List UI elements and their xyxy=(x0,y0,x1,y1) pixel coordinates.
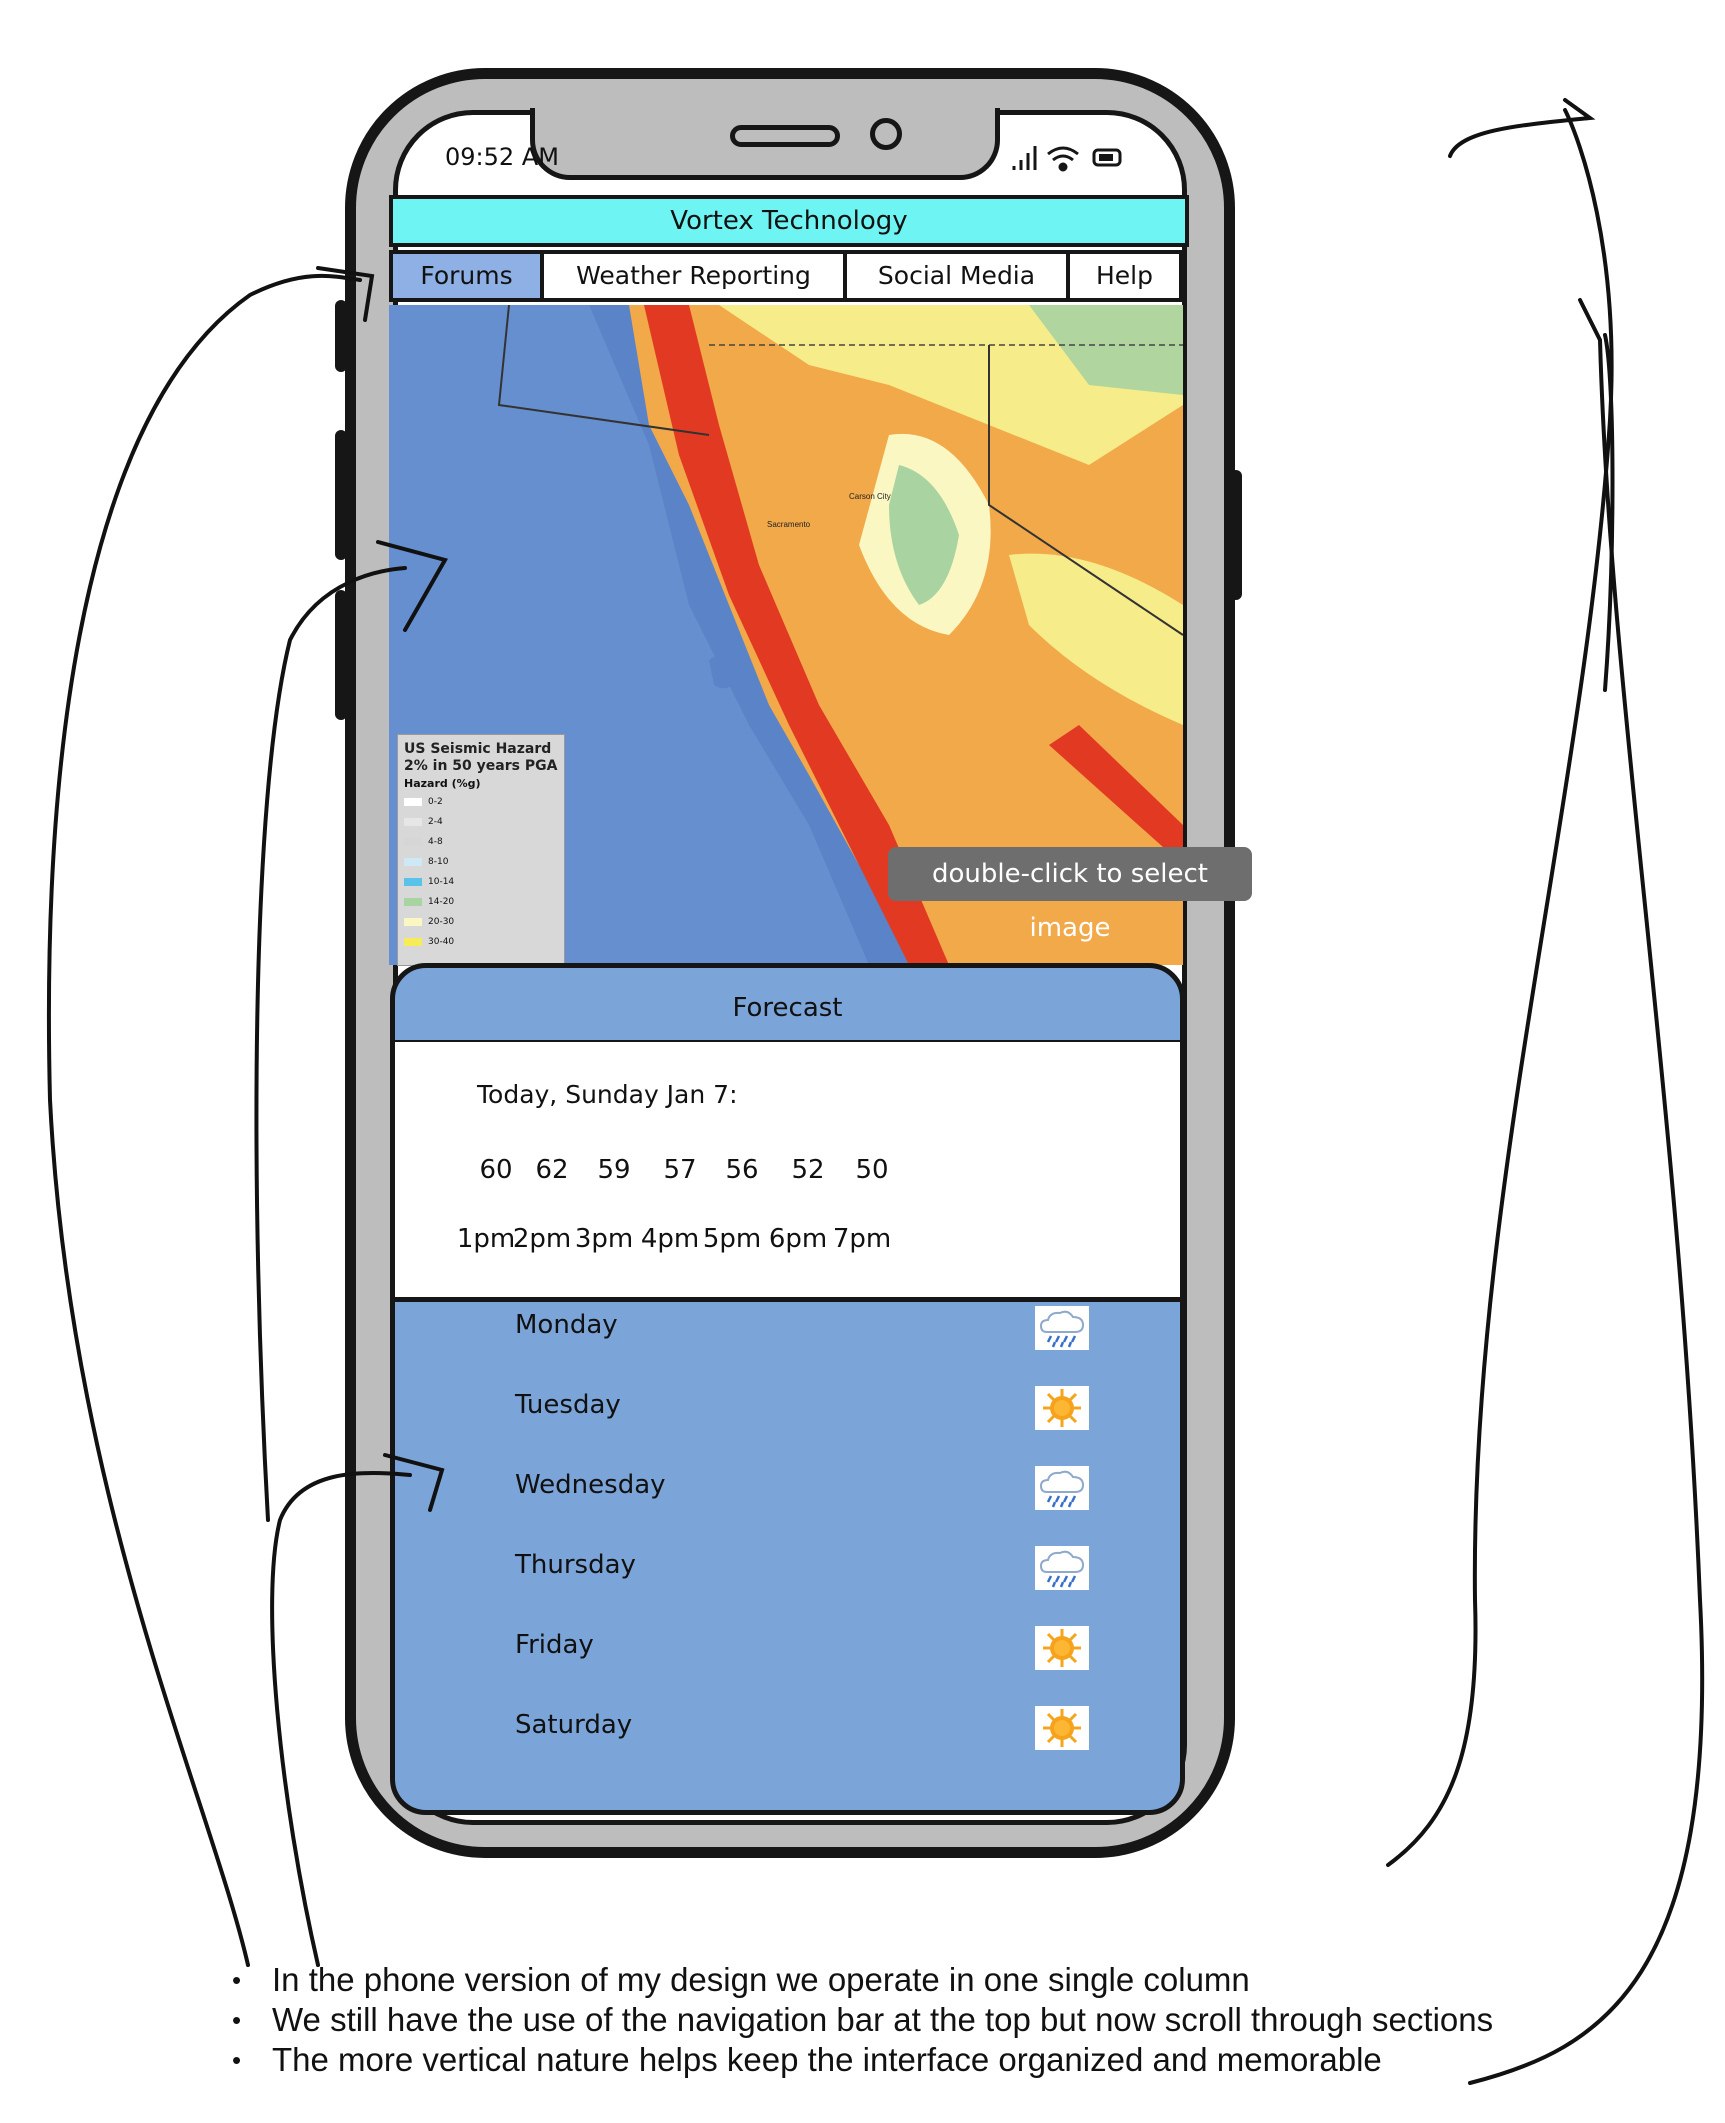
day-thursday[interactable]: Thursday xyxy=(515,1550,636,1580)
camera xyxy=(870,118,902,150)
volume-up-button xyxy=(335,430,347,560)
sun-icon xyxy=(1035,1706,1089,1750)
legend-swatch xyxy=(404,938,422,946)
legend-rows: 0-2 2-4 4-8 8-10 10-14 14-20 20-30 30-40 xyxy=(404,792,558,952)
hourly-time: 7pm xyxy=(832,1224,892,1254)
select-image-tooltip: double-click to select image xyxy=(888,847,1252,943)
map-legend: US Seismic Hazard 2% in 50 years PGA Haz… xyxy=(397,734,565,966)
hourly-time: 6pm xyxy=(768,1224,828,1254)
legend-swatch xyxy=(404,918,422,926)
legend-label: 4-8 xyxy=(428,836,443,847)
legend-subtitle: Hazard (%g) xyxy=(404,777,481,790)
volume-down-button xyxy=(335,590,347,720)
day-saturday[interactable]: Saturday xyxy=(515,1710,632,1740)
note-item: We still have the use of the navigation … xyxy=(232,2000,1493,2040)
nav-item-weather-reporting[interactable]: Weather Reporting xyxy=(544,254,847,298)
legend-label: 2-4 xyxy=(428,816,443,827)
hourly-time: 3pm xyxy=(574,1224,634,1254)
legend-swatch xyxy=(404,858,422,866)
legend-swatch xyxy=(404,798,422,806)
status-icons xyxy=(1012,146,1122,172)
arrow-right-head xyxy=(1448,98,1596,158)
arrow-right-long xyxy=(1468,298,1705,2085)
nav-item-help[interactable]: Help xyxy=(1070,254,1179,298)
power-button xyxy=(1230,470,1242,600)
battery-icon xyxy=(1092,148,1122,167)
nav-item-forums[interactable]: Forums xyxy=(393,254,544,298)
mute-switch xyxy=(335,300,347,372)
legend-swatch xyxy=(404,838,422,846)
legend-swatch xyxy=(404,878,422,886)
hourly-temp: 50 xyxy=(855,1155,889,1185)
arrow-right-up xyxy=(1386,108,1614,1867)
rain-cloud-icon xyxy=(1035,1546,1089,1590)
legend-label: 10-14 xyxy=(428,876,455,887)
today-label: Today, Sunday Jan 7: xyxy=(477,1080,738,1109)
legend-label: 30-40 xyxy=(428,936,455,947)
note-item: In the phone version of my design we ope… xyxy=(232,1960,1493,2000)
legend-title-line1: US Seismic Hazard xyxy=(404,741,552,757)
legend-label: 0-2 xyxy=(428,796,443,807)
forecast-title: Forecast xyxy=(395,968,1180,1044)
hourly-time: 2pm xyxy=(512,1224,572,1254)
sun-icon xyxy=(1035,1626,1089,1670)
legend-row: 30-40 xyxy=(404,932,558,952)
legend-row: 0-2 xyxy=(404,792,558,812)
today-forecast: Today, Sunday Jan 7: 60 1pm 62 2pm 59 3pm 57 4p… xyxy=(395,1042,1180,1302)
arrow-right-side xyxy=(1603,333,1615,692)
legend-label: 14-20 xyxy=(428,896,455,907)
legend-swatch xyxy=(404,818,422,826)
nav-item-social-media[interactable]: Social Media xyxy=(847,254,1070,298)
legend-row: 8-10 xyxy=(404,852,558,872)
map-label-sacramento: Sacramento xyxy=(767,520,811,529)
hourly-time: 4pm xyxy=(640,1224,700,1254)
hourly-temp: 59 xyxy=(597,1155,631,1185)
arrow-to-nav xyxy=(46,273,362,1967)
legend-label: 8-10 xyxy=(428,856,449,867)
day-tuesday[interactable]: Tuesday xyxy=(515,1390,621,1420)
hourly-time: 5pm xyxy=(702,1224,762,1254)
app-title-bar: Vortex Technology xyxy=(389,195,1189,247)
hourly-temp: 57 xyxy=(663,1155,697,1185)
legend-row: 2-4 xyxy=(404,812,558,832)
legend-row: 20-30 xyxy=(404,912,558,932)
rain-cloud-icon xyxy=(1035,1306,1089,1350)
hourly-temp: 62 xyxy=(535,1155,569,1185)
wifi-icon xyxy=(1047,146,1079,172)
legend-title-line2: 2% in 50 years PGA xyxy=(404,758,558,774)
legend-label: 20-30 xyxy=(428,916,455,927)
legend-row: 10-14 xyxy=(404,872,558,892)
day-friday[interactable]: Friday xyxy=(515,1630,594,1660)
rain-cloud-icon xyxy=(1035,1466,1089,1510)
hourly-temp: 52 xyxy=(791,1155,825,1185)
note-item: The more vertical nature helps keep the … xyxy=(232,2040,1493,2080)
legend-row: 14-20 xyxy=(404,892,558,912)
forecast-panel: Forecast Today, Sunday Jan 7: 60 1pm 62 2pm… xyxy=(390,963,1185,1815)
hourly-temp: 56 xyxy=(725,1155,759,1185)
nav-bar: Forums Weather Reporting Social Media He… xyxy=(389,250,1183,302)
legend-swatch xyxy=(404,898,422,906)
day-monday[interactable]: Monday xyxy=(515,1310,618,1340)
map-label-carson-city: Carson City xyxy=(849,492,891,501)
design-notes: In the phone version of my design we ope… xyxy=(232,1960,1493,2080)
speaker xyxy=(730,125,840,147)
signal-icon xyxy=(1012,146,1037,170)
legend-row: 4-8 xyxy=(404,832,558,852)
day-wednesday[interactable]: Wednesday xyxy=(515,1470,666,1500)
status-time: 09:52 AM xyxy=(445,143,559,171)
sun-icon xyxy=(1035,1386,1089,1430)
